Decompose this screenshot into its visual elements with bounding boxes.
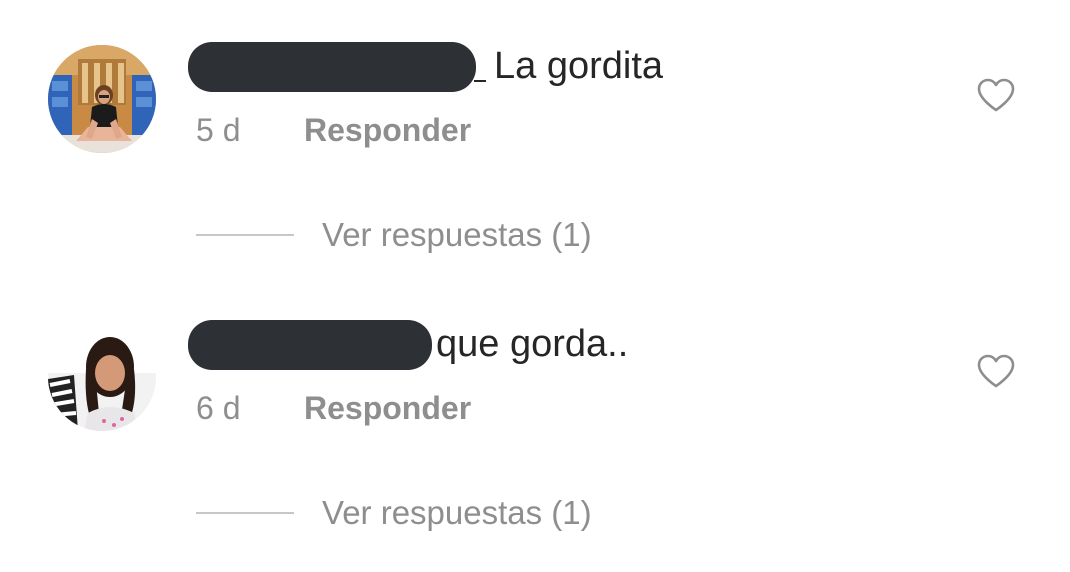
heart-outline-icon[interactable] [976, 353, 1016, 389]
view-replies-button[interactable]: Ver respuestas (1) [196, 212, 592, 258]
comment-item: La gordita 5 d Responder Ver respuestas … [0, 0, 1070, 270]
view-replies-label: Ver respuestas (1) [322, 216, 592, 253]
avatar-photo [48, 45, 156, 153]
comment-item: que gorda.. 6 d Responder Ver respuestas… [0, 278, 1070, 548]
heart-outline-icon[interactable] [976, 77, 1016, 113]
comment-timestamp: 5 d [196, 111, 241, 148]
username-redacted[interactable] [188, 320, 432, 370]
reply-button[interactable]: Responder [304, 112, 471, 149]
replies-divider-line [196, 234, 294, 236]
replies-divider-line [196, 512, 294, 514]
username-redacted[interactable] [188, 42, 476, 92]
comment-text: que gorda.. [436, 323, 629, 365]
avatar[interactable] [48, 45, 156, 153]
reply-button[interactable]: Responder [304, 390, 471, 427]
comment-meta: 5 d Responder [196, 108, 471, 152]
view-replies-label: Ver respuestas (1) [322, 494, 592, 531]
avatar[interactable] [48, 323, 156, 431]
comment-timestamp: 6 d [196, 389, 241, 426]
username-underscore [474, 80, 486, 82]
comment-text: La gordita [494, 45, 664, 87]
avatar-photo [48, 323, 156, 431]
view-replies-button[interactable]: Ver respuestas (1) [196, 490, 592, 536]
comment-meta: 6 d Responder [196, 386, 471, 430]
